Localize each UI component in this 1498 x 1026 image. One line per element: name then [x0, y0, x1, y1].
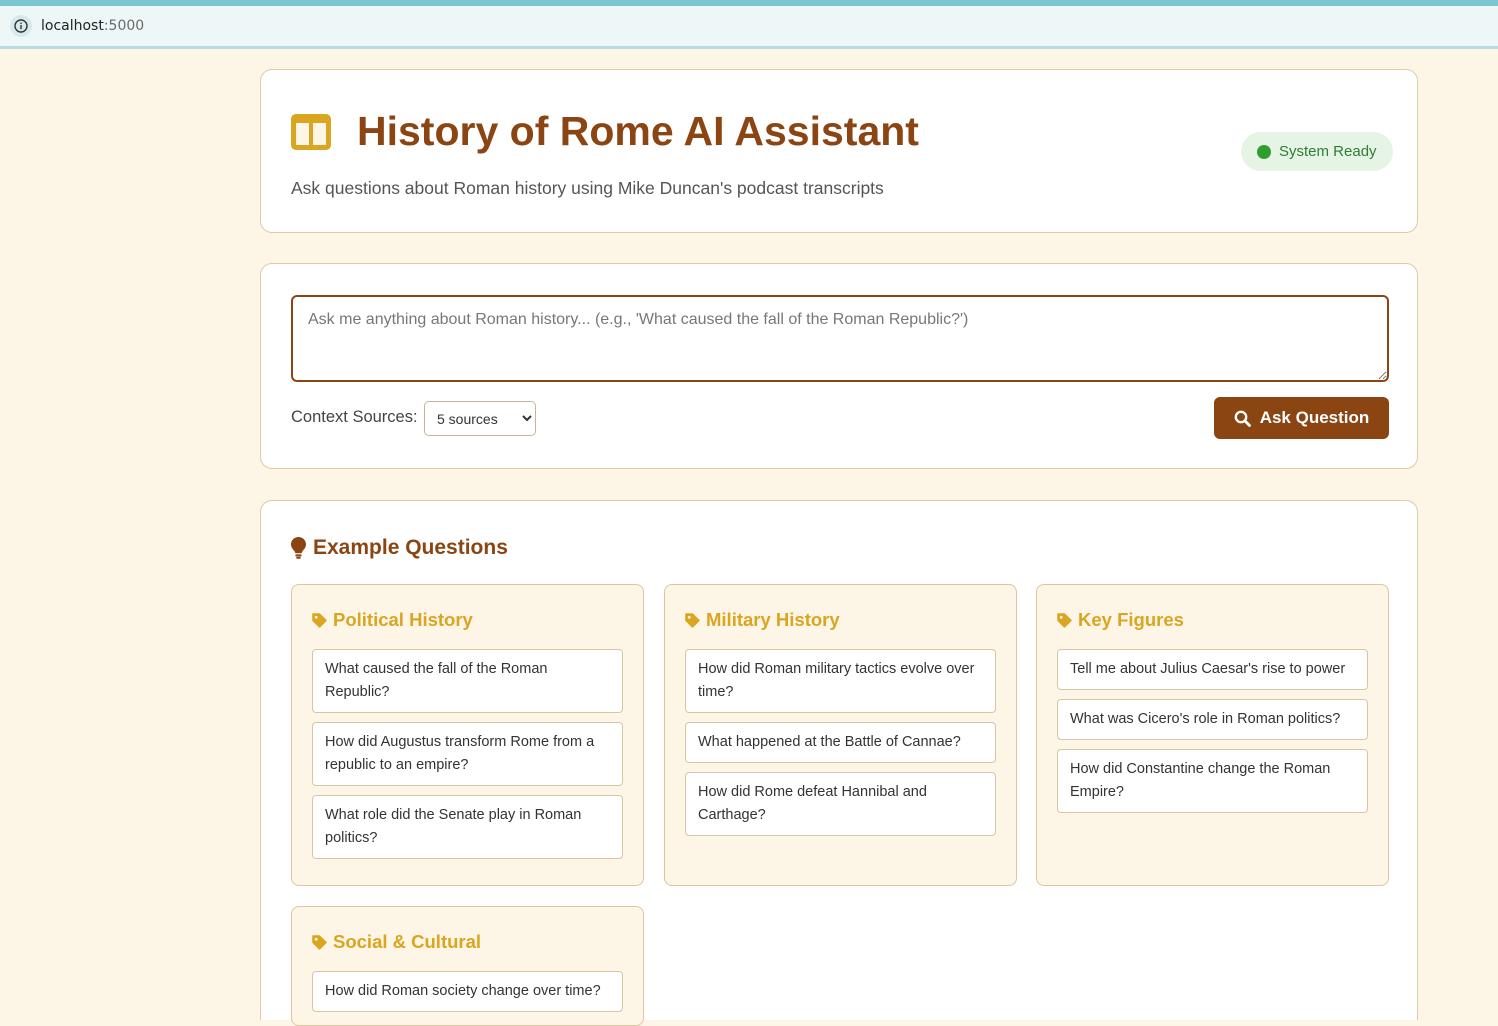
question-list: What caused the fall of the Roman Republ… [312, 649, 623, 868]
category-title-text: Political History [333, 609, 473, 630]
header-card: History of Rome AI Assistant Ask questio… [260, 69, 1418, 233]
site-info-icon[interactable] [10, 15, 32, 37]
example-question[interactable]: What happened at the Battle of Cannae? [685, 722, 996, 763]
category-military-history: Military History How did Roman military … [664, 584, 1017, 886]
lightbulb-icon [291, 537, 306, 559]
examples-card: Example Questions Political History What… [260, 500, 1418, 1026]
columns-icon [291, 114, 331, 155]
example-question[interactable]: What role did the Senate play in Roman p… [312, 795, 623, 859]
tag-icon [312, 934, 327, 950]
category-title: Social & Cultural [312, 931, 481, 953]
question-card: Context Sources: 5 sources Ask Question [260, 263, 1418, 469]
examples-heading-text: Example Questions [313, 536, 508, 559]
context-sources-label: Context Sources: [291, 408, 418, 426]
category-title-text: Military History [706, 609, 840, 630]
browser-address-bar[interactable]: localhost:5000 [0, 6, 1498, 49]
question-list: How did Roman society change over time? [312, 971, 623, 1021]
tag-icon [685, 612, 700, 628]
examples-heading: Example Questions [291, 536, 508, 560]
category-title: Military History [685, 609, 840, 631]
search-icon [1234, 410, 1251, 427]
page-title: History of Rome AI Assistant [357, 108, 919, 154]
example-question[interactable]: How did Roman military tactics evolve ov… [685, 649, 996, 713]
category-title-text: Key Figures [1078, 609, 1184, 630]
example-question[interactable]: How did Roman society change over time? [312, 971, 623, 1012]
example-question[interactable]: How did Augustus transform Rome from a r… [312, 722, 623, 786]
page-subtitle: Ask questions about Roman history using … [291, 178, 884, 198]
address-url[interactable]: localhost:5000 [41, 18, 144, 34]
question-list: How did Roman military tactics evolve ov… [685, 649, 996, 845]
ask-button-label: Ask Question [1259, 408, 1370, 427]
category-political-history: Political History What caused the fall o… [291, 584, 644, 886]
status-text: System Ready [1279, 143, 1377, 160]
context-sources-select[interactable]: 5 sources [424, 401, 536, 436]
url-port: :5000 [103, 18, 145, 34]
url-host: localhost [41, 18, 104, 34]
category-social-cultural: Social & Cultural How did Roman society … [291, 906, 644, 1026]
ask-question-button[interactable]: Ask Question [1214, 397, 1389, 439]
category-title: Key Figures [1057, 609, 1184, 631]
category-title: Political History [312, 609, 473, 631]
question-input[interactable] [291, 295, 1389, 382]
example-question[interactable]: Tell me about Julius Caesar's rise to po… [1057, 649, 1368, 690]
example-question[interactable]: How did Rome defeat Hannibal and Carthag… [685, 772, 996, 836]
question-list: Tell me about Julius Caesar's rise to po… [1057, 649, 1368, 822]
example-question[interactable]: What was Cicero's role in Roman politics… [1057, 699, 1368, 740]
tag-icon [1057, 612, 1072, 628]
status-badge: System Ready [1241, 132, 1393, 171]
example-question[interactable]: What caused the fall of the Roman Republ… [312, 649, 623, 713]
category-key-figures: Key Figures Tell me about Julius Caesar'… [1036, 584, 1389, 886]
category-title-text: Social & Cultural [333, 931, 482, 952]
tag-icon [312, 612, 327, 628]
example-question[interactable]: How did Constantine change the Roman Emp… [1057, 749, 1368, 813]
status-dot-icon [1257, 144, 1271, 159]
